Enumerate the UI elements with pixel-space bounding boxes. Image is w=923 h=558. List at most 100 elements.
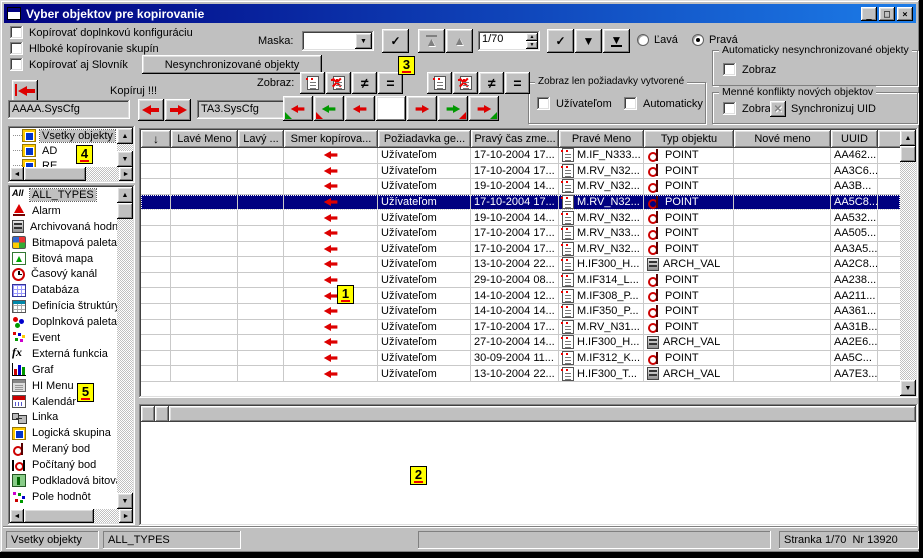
type-item[interactable]: Definícia štruktúry: [10, 298, 117, 314]
table-row[interactable]: Užívateľom19-10-2004 14... M.RV_N32...PO…: [141, 179, 900, 195]
tree-item[interactable]: AD: [10, 143, 117, 158]
titlebar[interactable]: Vyber objektov pre kopirovanie _ □ ×: [4, 4, 916, 23]
scroll-down-icon[interactable]: ▼: [900, 380, 916, 396]
scroll-shaft[interactable]: [86, 167, 119, 181]
hide-requests-right-button[interactable]: [453, 72, 478, 94]
scroll-thumb[interactable]: [117, 203, 133, 219]
column-header[interactable]: Pravé Meno: [559, 130, 644, 148]
checkbox-box[interactable]: [10, 42, 23, 55]
type-item[interactable]: HI Menu: [10, 378, 117, 394]
hide-requests-left-button[interactable]: [326, 72, 351, 94]
checkbox-show-auto-unsync[interactable]: Zobraz: [723, 63, 776, 76]
checkbox-box[interactable]: [10, 58, 23, 71]
detail-header-cell[interactable]: [141, 406, 155, 422]
type-item[interactable]: Časový kanál: [10, 266, 117, 282]
table-row[interactable]: Užívateľom13-10-2004 22... H.IF300_H...A…: [141, 257, 900, 273]
go-first-button[interactable]: ▲: [418, 29, 445, 53]
type-item[interactable]: Alarm: [10, 203, 117, 219]
checkbox-deep-copy[interactable]: Hlboké kopírovanie skupín: [10, 42, 159, 55]
detail-header-cell[interactable]: [155, 406, 169, 422]
go-last-button[interactable]: ▼: [603, 29, 630, 53]
tree-item[interactable]: Vsetky objekty: [10, 128, 117, 143]
show-requests-right-button[interactable]: [427, 72, 452, 94]
direction-left-button[interactable]: [345, 96, 375, 121]
type-item[interactable]: Doplnková paleta: [10, 314, 117, 330]
column-header[interactable]: Lavý ...: [238, 130, 284, 148]
show-different-right-button[interactable]: ≠: [479, 72, 504, 94]
tree-horizontal-scrollbar[interactable]: ◄ ►: [10, 167, 133, 181]
direction-left-green-button[interactable]: [314, 96, 344, 121]
scroll-shaft[interactable]: [94, 509, 119, 523]
type-item[interactable]: Event: [10, 330, 117, 346]
type-item[interactable]: Podkladová bitová: [10, 473, 117, 489]
spin-up-icon[interactable]: ▲: [526, 33, 538, 41]
radio-left-side[interactable]: Ľavá: [637, 34, 678, 46]
type-item[interactable]: Archivovaná hodn: [10, 219, 117, 235]
column-header[interactable]: Nové meno: [734, 130, 831, 148]
scroll-down-icon[interactable]: ▼: [117, 493, 133, 509]
type-item[interactable]: Kalendár: [10, 394, 117, 410]
table-row[interactable]: Užívateľom17-10-2004 17... M.IF_N333...P…: [141, 148, 900, 164]
table-row[interactable]: Užívateľom19-10-2004 14... M.RV_N32...PO…: [141, 210, 900, 226]
show-equal-right-button[interactable]: =: [505, 72, 530, 94]
type-item[interactable]: Bitová mapa: [10, 251, 117, 267]
tree-panel-body[interactable]: Vsetky objektyADRE: [10, 128, 117, 167]
table-row[interactable]: Užívateľom17-10-2004 17... M.RV_N32...PO…: [141, 195, 900, 211]
table-row[interactable]: Užívateľom17-10-2004 17... M.RV_N31...PO…: [141, 320, 900, 336]
apply-mask-button[interactable]: ✓: [382, 29, 409, 53]
sync-uid-button[interactable]: ✕: [770, 101, 786, 117]
scroll-shaft[interactable]: [900, 162, 916, 380]
detail-pane-body[interactable]: [141, 422, 916, 524]
table-row[interactable]: Užívateľom14-10-2004 12... M.IF308_P...P…: [141, 288, 900, 304]
scroll-thumb[interactable]: [24, 167, 86, 181]
table-row[interactable]: Užívateľom17-10-2004 17... M.RV_N32...PO…: [141, 242, 900, 258]
checkbox-filter-user[interactable]: Užívateľom: [537, 97, 612, 110]
type-item[interactable]: Linka: [10, 409, 117, 425]
scroll-shaft[interactable]: [117, 219, 133, 493]
type-item[interactable]: Bitmapová paleta: [10, 235, 117, 251]
copy-left-button[interactable]: [138, 99, 164, 121]
minimize-button[interactable]: _: [861, 7, 877, 21]
checkbox-box[interactable]: [723, 102, 736, 115]
unsynchronized-objects-button[interactable]: Nesynchronizované objekty: [142, 55, 322, 74]
checkbox-box[interactable]: [537, 97, 550, 110]
spin-down-icon[interactable]: ▼: [526, 41, 538, 49]
type-item[interactable]: Pole hodnôt: [10, 489, 117, 505]
scroll-right-icon[interactable]: ►: [119, 167, 133, 181]
checkbox-filter-auto[interactable]: Automaticky: [624, 97, 703, 110]
confirm-page-button[interactable]: ✓: [547, 29, 574, 53]
checkbox-box[interactable]: [10, 26, 23, 39]
show-equal-left-button[interactable]: =: [378, 72, 403, 94]
page-spinner[interactable]: 1/70 ▲ ▼: [478, 31, 540, 51]
table-row[interactable]: Užívateľom27-10-2004 14... H.IF300_H...A…: [141, 335, 900, 351]
copy-to-left-button[interactable]: [12, 80, 38, 102]
column-header[interactable]: UUID: [831, 130, 878, 148]
list-horizontal-scrollbar[interactable]: ◄ ►: [10, 509, 133, 523]
type-item[interactable]: Meraný bod: [10, 441, 117, 457]
direction-right-synced-button[interactable]: [469, 96, 499, 121]
scroll-down-icon[interactable]: ▼: [117, 151, 133, 167]
page-indicator[interactable]: 1/70: [478, 31, 524, 51]
column-header[interactable]: Požiadavka ge...: [378, 130, 471, 148]
checkbox-copy-dictionary[interactable]: Kopírovať aj Slovník: [10, 58, 128, 71]
type-item[interactable]: ALL_TYPES: [10, 187, 117, 203]
checkbox-box[interactable]: [624, 97, 637, 110]
type-item[interactable]: Externá funkcia: [10, 346, 117, 362]
type-item[interactable]: Databáza: [10, 282, 117, 298]
table-row[interactable]: Užívateľom17-10-2004 17... M.RV_N33...PO…: [141, 226, 900, 242]
column-header[interactable]: Pravý čas zme...: [471, 130, 559, 148]
direction-right-green-button[interactable]: [438, 96, 468, 121]
direction-right-button[interactable]: [407, 96, 437, 121]
table-row[interactable]: Užívateľom29-10-2004 08... M.IF314_L...P…: [141, 273, 900, 289]
scroll-right-icon[interactable]: ►: [119, 509, 133, 523]
scroll-left-icon[interactable]: ◄: [10, 509, 24, 523]
type-item[interactable]: Počítaný bod: [10, 457, 117, 473]
go-next-button[interactable]: ▼: [575, 29, 602, 53]
type-list-body[interactable]: ALL_TYPESAlarmArchivovaná hodnBitmapová …: [10, 187, 117, 509]
scroll-shaft[interactable]: [117, 144, 133, 151]
table-row[interactable]: Užívateľom17-10-2004 17... M.RV_N32...PO…: [141, 164, 900, 180]
table-vertical-scrollbar[interactable]: ▲ ▼: [900, 130, 916, 396]
tree-vertical-scrollbar[interactable]: ▲ ▼: [117, 128, 133, 167]
direction-none-button[interactable]: [376, 96, 406, 121]
show-different-left-button[interactable]: ≠: [352, 72, 377, 94]
